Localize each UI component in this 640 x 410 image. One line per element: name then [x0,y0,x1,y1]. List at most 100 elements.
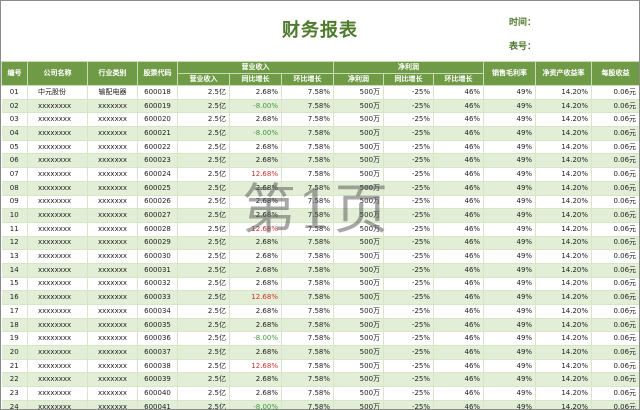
cell-revenue-yoy[interactable]: 2.68% [229,345,282,360]
cell-row-id[interactable]: 23 [1,386,28,401]
cell-profit-yoy[interactable]: -25% [383,345,435,360]
cell-stock-code[interactable]: 600019 [137,99,178,114]
cell-row-id[interactable]: 08 [1,181,28,196]
cell-revenue-mom[interactable]: 7.58% [281,277,335,292]
cell-stock-code[interactable]: 600025 [137,181,178,196]
cell-eps[interactable]: 0.06元 [591,222,639,237]
cell-revenue-yoy[interactable]: 2.68% [229,386,282,401]
cell-revenue[interactable]: 2.5亿 [177,318,230,333]
cell-revenue-mom[interactable]: 7.58% [281,304,335,319]
cell-profit[interactable]: 500万 [333,236,385,251]
cell-row-id[interactable]: 15 [1,277,28,292]
cell-revenue-yoy[interactable]: -8.00% [229,126,282,141]
cell-revenue-mom[interactable]: 7.58% [281,400,335,409]
cell-profit-mom[interactable]: 46% [433,181,485,196]
cell-company-name[interactable]: xxxxxxxx [27,236,88,251]
cell-revenue[interactable]: 2.5亿 [177,126,230,141]
cell-company-name[interactable]: 中元股份 [27,85,88,100]
cell-profit[interactable]: 500万 [333,386,385,401]
cell-revenue-yoy[interactable]: 2.68% [229,153,282,169]
cell-roe[interactable]: 14.20% [535,331,593,347]
cell-revenue[interactable]: 2.5亿 [177,208,230,223]
cell-stock-code[interactable]: 600022 [137,140,178,155]
cell-gross-margin[interactable]: 49% [483,318,537,333]
cell-stock-code[interactable]: 600028 [137,222,178,237]
cell-revenue-mom[interactable]: 7.58% [281,222,335,237]
cell-stock-code[interactable]: 600026 [137,195,178,210]
cell-profit[interactable]: 500万 [333,277,385,292]
cell-row-id[interactable]: 16 [1,290,28,305]
cell-revenue[interactable]: 2.5亿 [177,167,230,182]
cell-profit-mom[interactable]: 46% [433,290,485,305]
cell-revenue-yoy[interactable]: 12.68% [229,167,282,182]
group-header-profit[interactable]: 净利润 [333,61,485,74]
cell-gross-margin[interactable]: 49% [483,290,537,305]
cell-profit-mom[interactable]: 46% [433,153,485,169]
cell-roe[interactable]: 14.20% [535,195,593,210]
group-header-revenue[interactable]: 营业收入 [176,61,335,74]
cell-roe[interactable]: 14.20% [535,236,593,251]
cell-stock-code[interactable]: 600041 [137,400,178,409]
cell-profit[interactable]: 500万 [333,400,385,409]
cell-roe[interactable]: 14.20% [535,318,593,333]
cell-revenue[interactable]: 2.5亿 [177,112,230,128]
cell-profit-yoy[interactable]: -25% [383,400,435,409]
cell-stock-code[interactable]: 600024 [137,167,178,182]
cell-revenue[interactable]: 2.5亿 [177,99,230,114]
cell-profit[interactable]: 500万 [333,99,385,114]
cell-profit[interactable]: 500万 [333,222,385,237]
cell-revenue-yoy[interactable]: 2.68% [229,140,282,155]
cell-gross-margin[interactable]: 49% [483,277,537,292]
cell-stock-code[interactable]: 600023 [137,153,178,169]
cell-industry[interactable]: xxxxxxx [87,181,138,196]
cell-row-id[interactable]: 20 [1,345,28,360]
cell-company-name[interactable]: xxxxxxxx [27,153,88,169]
cell-roe[interactable]: 14.20% [535,222,593,237]
col-header-revenue[interactable]: 营业收入 [177,73,230,86]
cell-industry[interactable]: xxxxxxx [87,222,138,237]
cell-eps[interactable]: 0.06元 [591,181,639,196]
cell-roe[interactable]: 14.20% [535,400,593,409]
cell-industry[interactable]: xxxxxxx [87,236,138,251]
cell-revenue-yoy[interactable]: 12.68% [229,222,282,237]
cell-gross-margin[interactable]: 49% [483,208,537,223]
cell-revenue[interactable]: 2.5亿 [177,372,230,388]
cell-revenue[interactable]: 2.5亿 [177,359,230,374]
cell-industry[interactable]: xxxxxxx [87,140,138,155]
cell-row-id[interactable]: 11 [1,222,28,237]
cell-revenue-yoy[interactable]: 2.68% [229,112,282,128]
cell-revenue-mom[interactable]: 7.58% [281,290,335,305]
cell-row-id[interactable]: 02 [1,99,28,114]
cell-profit-yoy[interactable]: -25% [383,208,435,223]
col-header-code[interactable]: 股票代码 [137,61,178,86]
cell-eps[interactable]: 0.06元 [591,331,639,347]
cell-gross-margin[interactable]: 49% [483,236,537,251]
cell-row-id[interactable]: 03 [1,112,28,128]
cell-eps[interactable]: 0.06元 [591,126,639,141]
cell-revenue[interactable]: 2.5亿 [177,304,230,319]
cell-industry[interactable]: xxxxxxx [87,277,138,292]
cell-revenue[interactable]: 2.5亿 [177,400,230,409]
col-header-industry[interactable]: 行业类别 [87,61,138,86]
cell-profit-mom[interactable]: 46% [433,208,485,223]
cell-profit[interactable]: 500万 [333,290,385,305]
cell-profit-mom[interactable]: 46% [433,318,485,333]
cell-eps[interactable]: 0.06元 [591,99,639,114]
cell-industry[interactable]: xxxxxxx [87,290,138,305]
cell-gross-margin[interactable]: 49% [483,400,537,409]
cell-industry[interactable]: xxxxxxx [87,249,138,264]
cell-roe[interactable]: 14.20% [535,277,593,292]
cell-row-id[interactable]: 24 [1,400,28,409]
cell-profit-yoy[interactable]: -25% [383,249,435,264]
cell-revenue[interactable]: 2.5亿 [177,153,230,169]
cell-eps[interactable]: 0.06元 [591,304,639,319]
cell-gross-margin[interactable]: 49% [483,331,537,347]
cell-row-id[interactable]: 21 [1,359,28,374]
cell-stock-code[interactable]: 600040 [137,386,178,401]
cell-profit-mom[interactable]: 46% [433,400,485,409]
cell-profit[interactable]: 500万 [333,112,385,128]
cell-revenue-mom[interactable]: 7.58% [281,167,335,182]
cell-eps[interactable]: 0.06元 [591,386,639,401]
cell-profit[interactable]: 500万 [333,331,385,347]
cell-company-name[interactable]: xxxxxxxx [27,167,88,182]
